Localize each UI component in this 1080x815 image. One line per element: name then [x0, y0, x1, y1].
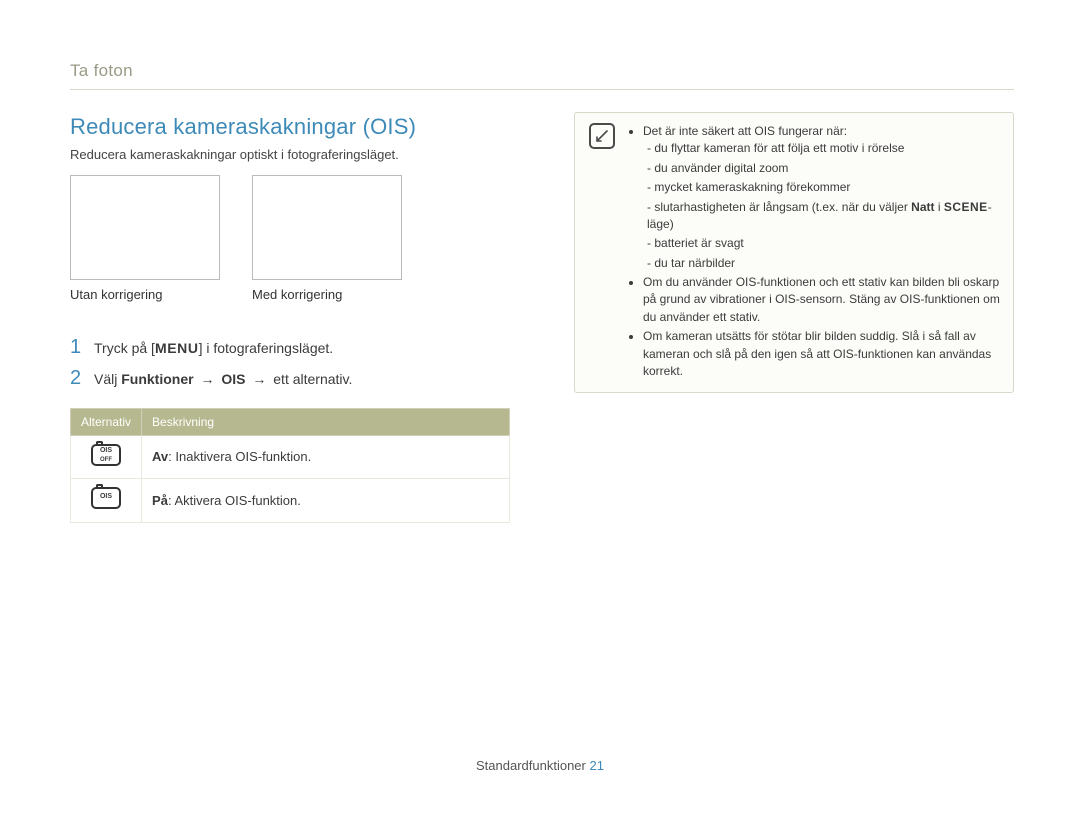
image-with-correction — [252, 175, 402, 280]
ois-on-icon: OIS — [91, 487, 121, 509]
note-box: Det är inte säkert att OIS fungerar när:… — [574, 112, 1014, 393]
options-table: Alternativ Beskrivning OIS OFF Av: Inakt… — [70, 408, 510, 523]
note-b1-4: slutarhastigheten är långsam (t.ex. när … — [647, 199, 1003, 234]
table-head-alternativ: Alternativ — [71, 408, 142, 435]
step-2: 2 Välj Funktioner → OIS → ett alternativ… — [70, 365, 530, 392]
arrow-icon: → — [197, 370, 217, 389]
comparison-row: Utan korrigering Med korrigering — [70, 175, 530, 304]
step-2-funktioner: Funktioner — [121, 371, 193, 387]
step-2-text-a: Välj — [94, 371, 121, 387]
menu-token: MENU — [155, 340, 199, 356]
option-on-label: På — [152, 493, 168, 508]
step-2-text-b: ett alternativ. — [269, 371, 352, 387]
step-2-ois: OIS — [221, 371, 245, 387]
note-b1-2: du använder digital zoom — [647, 160, 1003, 177]
option-on-desc: : Aktivera OIS-funktion. — [168, 493, 301, 508]
page-title: Reducera kameraskakningar (OIS) — [70, 112, 530, 142]
table-head-beskrivning: Beskrivning — [142, 408, 510, 435]
step-1-text-a: Tryck på [ — [94, 340, 155, 356]
note-b1-6: du tar närbilder — [647, 255, 1003, 272]
arrow-icon: → — [249, 370, 269, 389]
breadcrumb: Ta foton — [70, 60, 1014, 83]
footer: Standardfunktioner 21 — [0, 757, 1080, 775]
note-b2: Om du använder OIS-funktionen och ett st… — [643, 274, 1003, 326]
note-b3: Om kameran utsätts för stötar blir bilde… — [643, 328, 1003, 380]
ois-off-icon: OIS OFF — [91, 444, 121, 466]
image-without-correction — [70, 175, 220, 280]
caption-with: Med korrigering — [252, 286, 402, 304]
note-b1-5: batteriet är svagt — [647, 235, 1003, 252]
note-b1: Det är inte säkert att OIS fungerar när: — [643, 124, 847, 138]
table-row: OIS På: Aktivera OIS-funktion. — [71, 479, 510, 523]
footer-label: Standardfunktioner — [476, 758, 586, 773]
option-off-label: Av — [152, 449, 168, 464]
header-rule — [70, 89, 1014, 90]
option-off-desc: : Inaktivera OIS-funktion. — [168, 449, 311, 464]
caption-without: Utan korrigering — [70, 286, 220, 304]
step-1: 1 Tryck på [MENU] i fotograferingsläget. — [70, 334, 530, 361]
note-content: Det är inte säkert att OIS fungerar när:… — [629, 123, 1003, 382]
footer-page-number: 21 — [590, 758, 604, 773]
note-b1-1: du flyttar kameran för att följa ett mot… — [647, 140, 1003, 157]
note-b1-3: mycket kameraskakning förekommer — [647, 179, 1003, 196]
step-number: 1 — [70, 334, 84, 361]
section-subtitle: Reducera kameraskakningar optiskt i foto… — [70, 146, 530, 164]
step-number: 2 — [70, 365, 84, 392]
note-icon — [589, 123, 615, 149]
table-row: OIS OFF Av: Inaktivera OIS-funktion. — [71, 435, 510, 479]
step-1-text-b: ] i fotograferingsläget. — [199, 340, 334, 356]
